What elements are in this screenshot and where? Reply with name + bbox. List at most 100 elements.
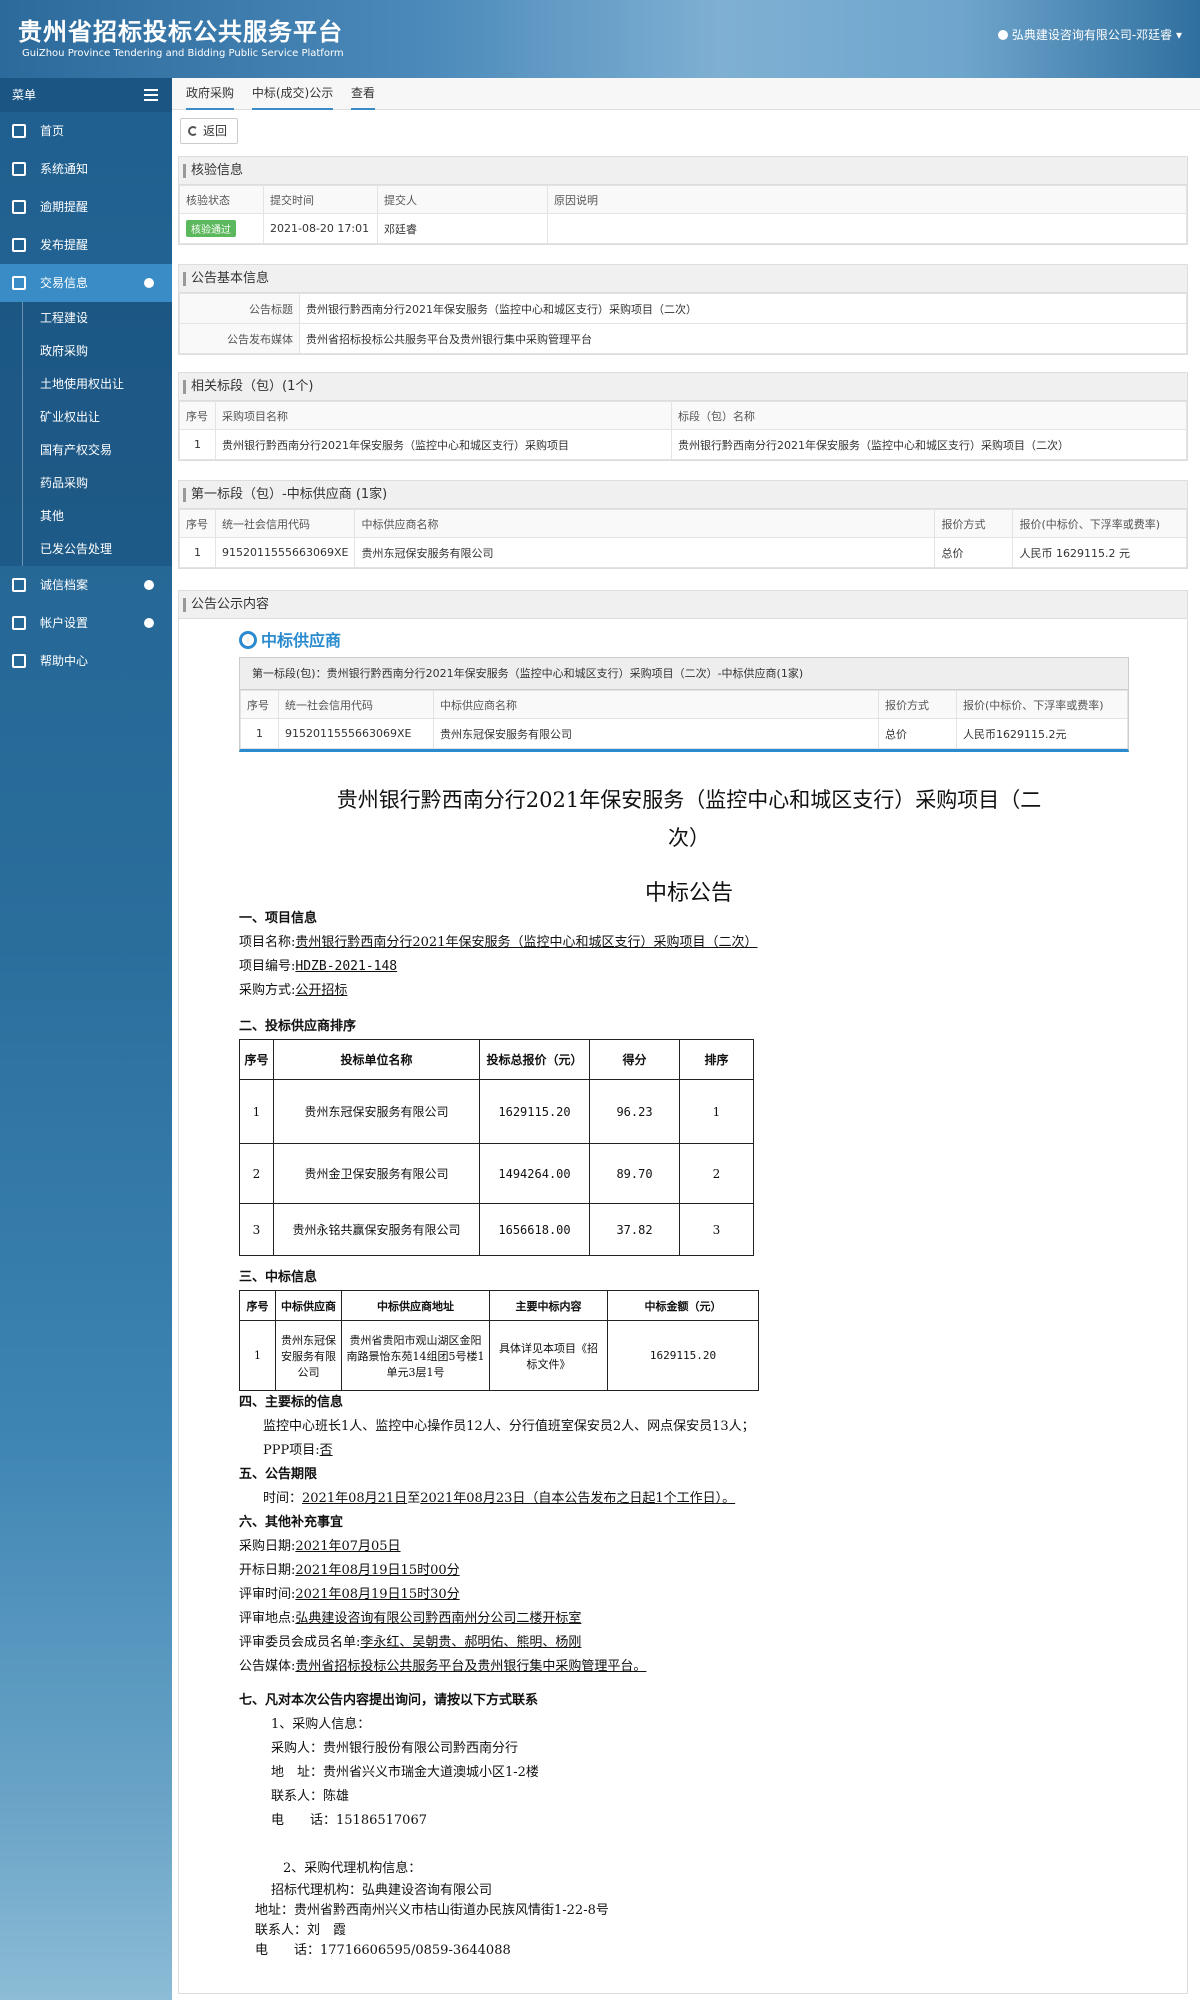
sidebar-sub-item[interactable]: 药品采购 bbox=[0, 467, 172, 500]
breadcrumb-item[interactable]: 查看 bbox=[351, 78, 376, 110]
field-label: 公告标题 bbox=[179, 293, 300, 324]
doc-key: 项目名称: bbox=[239, 935, 296, 950]
col-header: 序号 bbox=[240, 690, 279, 719]
project-name-link[interactable]: 贵州银行黔西南分行2021年保安服务（监控中心和城区支行）采购项目（二次） bbox=[295, 935, 757, 950]
section-heading: 六、其他补充事宜 bbox=[239, 1515, 344, 1530]
col-header: 采购项目名称 bbox=[215, 401, 672, 430]
sidebar-item-account[interactable]: 帐户设置 bbox=[0, 604, 172, 642]
doc-key: 公告媒体: bbox=[239, 1659, 296, 1674]
ranking-table: 序号 投标单位名称 投标总报价（元） 得分 排序 1 贵州东冠保安服务有限公司 … bbox=[239, 1039, 754, 1256]
col-header: 统一社会信用代码 bbox=[214, 509, 356, 538]
chevron-down-icon bbox=[144, 278, 154, 288]
col-header: 标段（包）名称 bbox=[671, 401, 1187, 430]
sidebar-sub-item[interactable]: 其他 bbox=[0, 500, 172, 533]
doc-value: 弘典建设咨询有限公司黔西南州分公司二楼开标室 bbox=[295, 1611, 582, 1626]
sidebar-item-home[interactable]: 首页 bbox=[0, 112, 172, 150]
panel-title: 公告基本信息 bbox=[179, 265, 1187, 293]
doc-line: 采购日期:2021年07月05日 bbox=[239, 1535, 1139, 1559]
doc-line: 时间：2021年08月21日至2021年08月23日（自本公告发布之日起1个工作… bbox=[239, 1487, 1139, 1511]
col-header: 核验状态 bbox=[179, 185, 264, 214]
contact-line: 电 话：17716606595/0859-3644088 bbox=[255, 1943, 511, 1958]
sidebar-item-publish[interactable]: 发布提醒 bbox=[0, 226, 172, 264]
section-heading: 二、投标供应商排序 bbox=[239, 1019, 357, 1034]
doc-title: 贵州银行黔西南分行2021年保安服务（监控中心和城区支行）采购项目（二 次） bbox=[239, 781, 1139, 857]
col-header: 中标供应商地址 bbox=[341, 1290, 490, 1321]
contact-heading: 2、采购代理机构信息： bbox=[283, 1861, 422, 1876]
sidebar-item-label: 首页 bbox=[40, 124, 65, 138]
sidebar-sub-item[interactable]: 土地使用权出让 bbox=[0, 368, 172, 401]
table-cell: 9152011555663069XE bbox=[278, 718, 434, 749]
sidebar-item-label: 诚信档案 bbox=[40, 578, 89, 592]
table-cell: 89.70 bbox=[589, 1143, 680, 1204]
ppp-value: 否 bbox=[319, 1443, 333, 1458]
verify-panel: 核验信息 核验状态 提交时间 提交人 原因说明 核验通过 2021-08-20 … bbox=[178, 156, 1188, 245]
table-cell: 1 bbox=[679, 1079, 754, 1144]
sidebar-item-credit[interactable]: 诚信档案 bbox=[0, 566, 172, 604]
table-cell: 总价 bbox=[878, 718, 957, 749]
table-cell: 37.82 bbox=[589, 1203, 680, 1256]
period-end: 2021年08月23日（自本公告发布之日起1个工作日）。 bbox=[420, 1491, 736, 1506]
sidebar-sub-item[interactable]: 工程建设 bbox=[0, 302, 172, 335]
table-cell: 1 bbox=[179, 429, 216, 460]
table-cell: 贵州金卫保安服务有限公司 bbox=[273, 1143, 480, 1204]
table-cell: 9152011555663069XE bbox=[214, 537, 356, 568]
sidebar-sub-item[interactable]: 已发公告处理 bbox=[0, 533, 172, 566]
sidebar-sub-item[interactable]: 国有产权交易 bbox=[0, 434, 172, 467]
main-content: 政府采购 中标(成交)公示 查看 返回 核验信息 核验状态 提交时间 提交人 原… bbox=[172, 78, 1200, 2000]
list-icon bbox=[12, 276, 26, 290]
contact-line: 招标代理机构：弘典建设咨询有限公司 bbox=[271, 1883, 493, 1898]
col-header: 排序 bbox=[679, 1039, 754, 1080]
doc-value: 2021年07月05日 bbox=[295, 1539, 401, 1554]
breadcrumb-item[interactable]: 政府采购 bbox=[186, 78, 235, 110]
doc-key: 评审地点: bbox=[239, 1611, 296, 1626]
field-label: 公告发布媒体 bbox=[179, 323, 300, 354]
sidebar-item-notice[interactable]: 系统通知 bbox=[0, 150, 172, 188]
table-cell: 贵州东冠保安服务有限公司 bbox=[354, 537, 936, 568]
platform-title-en: GuiZhou Province Tendering and Bidding P… bbox=[22, 48, 344, 59]
col-header: 中标供应商名称 bbox=[433, 690, 879, 719]
table-row: 2 贵州金卫保安服务有限公司 1494264.00 89.70 2 bbox=[239, 1143, 754, 1204]
back-button[interactable]: 返回 bbox=[180, 118, 239, 144]
procurement-method: 公开招标 bbox=[295, 983, 348, 998]
doc-line: 评审地点:弘典建设咨询有限公司黔西南州分公司二楼开标室 bbox=[239, 1607, 1139, 1631]
table-cell: 贵州银行黔西南分行2021年保安服务（监控中心和城区支行）采购项目 bbox=[215, 429, 672, 460]
section-heading: 七、凡对本次公告内容提出询问，请按以下方式联系 bbox=[239, 1693, 539, 1708]
table-cell: 3 bbox=[239, 1203, 274, 1256]
sidebar-item-label: 交易信息 bbox=[40, 276, 89, 290]
sidebar-item-overdue[interactable]: 逾期提醒 bbox=[0, 188, 172, 226]
doc-title-line: 次） bbox=[668, 826, 710, 850]
doc-value: 2021年08月19日15时30分 bbox=[295, 1587, 460, 1602]
contact-heading: 1、采购人信息： bbox=[271, 1717, 371, 1732]
doc-value: 李永红、吴朝贵、郝明佑、熊明、杨刚 bbox=[360, 1635, 582, 1650]
basic-info-table: 公告标题 贵州银行黔西南分行2021年保安服务（监控中心和城区支行）采购项目（二次… bbox=[179, 293, 1187, 354]
panel-title: 第一标段（包）-中标供应商 (1家) bbox=[179, 481, 1187, 509]
basic-info-panel: 公告基本信息 公告标题 贵州银行黔西南分行2021年保安服务（监控中心和城区支行）… bbox=[178, 264, 1188, 355]
submitter: 邓廷睿 bbox=[377, 213, 548, 244]
col-header: 中标金额（元） bbox=[607, 1290, 759, 1321]
section-heading: 四、主要标的信息 bbox=[239, 1395, 344, 1410]
table-cell: 贵州银行黔西南分行2021年保安服务（监控中心和城区支行）采购项目（二次） bbox=[671, 429, 1187, 460]
doc-value: 贵州省招标投标公共服务平台及贵州银行集中采购管理平台。 bbox=[295, 1659, 647, 1674]
sidebar-sub-item[interactable]: 政府采购 bbox=[0, 335, 172, 368]
table-cell: 1656618.00 bbox=[479, 1203, 590, 1256]
doc-line: 项目名称:贵州银行黔西南分行2021年保安服务（监控中心和城区支行）采购项目（二… bbox=[239, 931, 1139, 955]
col-header: 得分 bbox=[589, 1039, 680, 1080]
contact-line: 联系人：陈雄 bbox=[271, 1789, 350, 1804]
sidebar-item-trade[interactable]: 交易信息 bbox=[0, 264, 172, 302]
winner-supplier-heading: 中标供应商 bbox=[239, 627, 341, 651]
sidebar-sub-item[interactable]: 矿业权出让 bbox=[0, 401, 172, 434]
sidebar: 菜单 首页 系统通知 逾期提醒 发布提醒 交易信息 工程建设 政府采购 土地使用… bbox=[0, 78, 172, 2000]
sidebar-item-label: 帐户设置 bbox=[40, 616, 89, 630]
chevron-right-icon bbox=[144, 618, 154, 628]
table-row: 1 9152011555663069XE 贵州东冠保安服务有限公司 总价 人民币… bbox=[240, 718, 1128, 749]
menu-toggle-icon[interactable] bbox=[144, 89, 158, 101]
table-cell: 1 bbox=[179, 537, 216, 568]
monitor-icon bbox=[12, 162, 26, 176]
sidebar-item-label: 系统通知 bbox=[40, 162, 89, 176]
table-row: 3 贵州永铭共赢保安服务有限公司 1656618.00 37.82 3 bbox=[239, 1203, 754, 1256]
col-header: 中标供应商名称 bbox=[354, 509, 936, 538]
breadcrumb-item[interactable]: 中标(成交)公示 bbox=[251, 78, 334, 110]
sidebar-item-help[interactable]: 帮助中心 bbox=[0, 642, 172, 680]
user-menu[interactable]: 弘典建设咨询有限公司-邓廷睿 ▾ bbox=[997, 26, 1182, 43]
period-start: 2021年08月21日 bbox=[302, 1491, 408, 1506]
